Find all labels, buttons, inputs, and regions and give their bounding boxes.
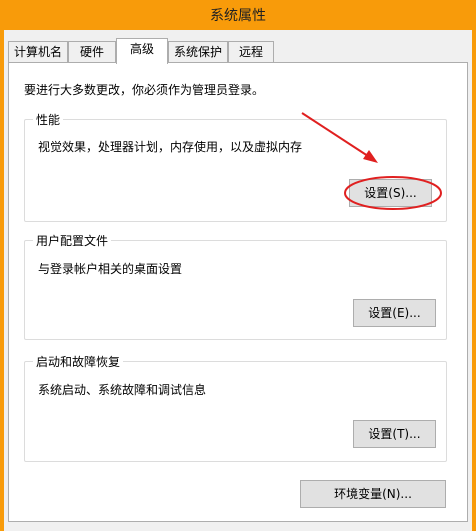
startup-recovery-settings-button[interactable]: 设置(T)... xyxy=(353,420,436,448)
title-bar[interactable]: 系统属性 xyxy=(0,0,476,30)
tab-hardware[interactable]: 硬件 xyxy=(68,41,116,63)
startup-recovery-desc: 系统启动、系统故障和调试信息 xyxy=(38,383,207,397)
admin-note: 要进行大多数更改，你必须作为管理员登录。 xyxy=(24,83,265,97)
tab-computer-name[interactable]: 计算机名 xyxy=(8,41,68,63)
window-title: 系统属性 xyxy=(210,8,266,24)
user-profiles-settings-button[interactable]: 设置(E)... xyxy=(353,299,436,327)
tab-system-protection[interactable]: 系统保护 xyxy=(168,41,228,63)
performance-settings-button[interactable]: 设置(S)... xyxy=(349,179,432,207)
performance-title: 性能 xyxy=(33,111,64,128)
window-frame-right xyxy=(472,30,476,531)
tab-remote[interactable]: 远程 xyxy=(228,41,274,63)
startup-recovery-title: 启动和故障恢复 xyxy=(33,353,124,370)
window-frame-left xyxy=(0,30,4,531)
performance-desc: 视觉效果，处理器计划，内存使用，以及虚拟内存 xyxy=(38,140,303,154)
tab-advanced[interactable]: 高级 xyxy=(116,38,168,64)
user-profiles-title: 用户配置文件 xyxy=(33,232,112,249)
environment-variables-button[interactable]: 环境变量(N)... xyxy=(300,480,446,508)
user-profiles-desc: 与登录帐户相关的桌面设置 xyxy=(38,262,183,276)
